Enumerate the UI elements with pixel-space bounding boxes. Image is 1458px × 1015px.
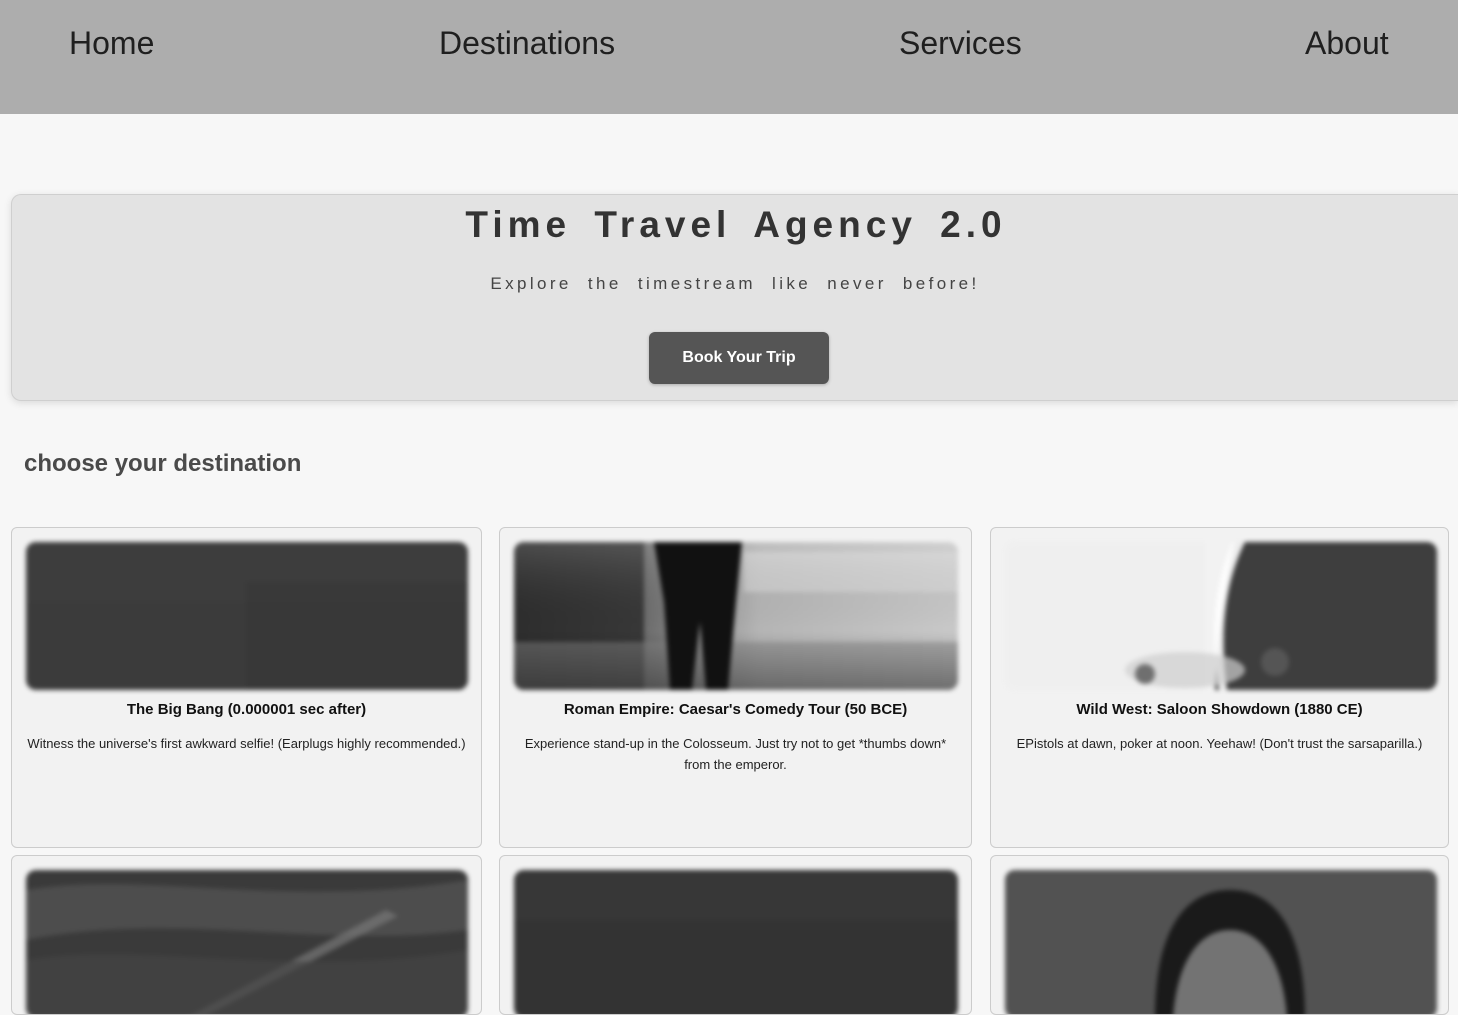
destination-description: EPistols at dawn, poker at noon. Yeehaw!… (1016, 736, 1423, 751)
nav-about-link[interactable]: About (1305, 24, 1389, 62)
destination-card-wild-west[interactable]: Wild West: Saloon Showdown (1880 CE) EPi… (990, 527, 1449, 848)
top-nav: Home Destinations Services About (0, 0, 1458, 114)
destination-title: The Big Bang (0.000001 sec after) (126, 701, 367, 718)
destination-title: Wild West: Saloon Showdown (1880 CE) (1076, 701, 1363, 718)
hero-banner: Time Travel Agency 2.0 Explore the times… (11, 194, 1458, 401)
destination-image (514, 870, 958, 1014)
destination-card-big-bang[interactable]: The Big Bang (0.000001 sec after) Witnes… (11, 527, 482, 848)
hero-subtitle: Explore the timestream like never before… (490, 274, 980, 293)
destination-card-5[interactable] (499, 855, 972, 1015)
nav-destinations-link[interactable]: Destinations (439, 24, 615, 62)
destination-description: Witness the universe's first awkward sel… (27, 736, 466, 751)
destinations-heading: choose your destination (24, 450, 302, 477)
book-your-trip-button[interactable]: Book Your Trip (649, 332, 829, 384)
destination-description: Experience stand-up in the Colosseum. Ju… (524, 736, 947, 772)
destination-image (1005, 870, 1437, 1014)
destination-image (514, 542, 958, 690)
nav-services-link[interactable]: Services (899, 24, 1022, 62)
destination-image (26, 870, 468, 1014)
destination-card-6[interactable] (990, 855, 1449, 1015)
hero-title: Time Travel Agency 2.0 (465, 204, 1007, 245)
destination-image (26, 542, 468, 690)
destination-card-roman-empire[interactable]: Roman Empire: Caesar's Comedy Tour (50 B… (499, 527, 972, 848)
nav-home-link[interactable]: Home (69, 24, 154, 62)
destination-image (1005, 542, 1437, 690)
destination-card-4[interactable] (11, 855, 482, 1015)
destination-title: Roman Empire: Caesar's Comedy Tour (50 B… (563, 701, 908, 718)
